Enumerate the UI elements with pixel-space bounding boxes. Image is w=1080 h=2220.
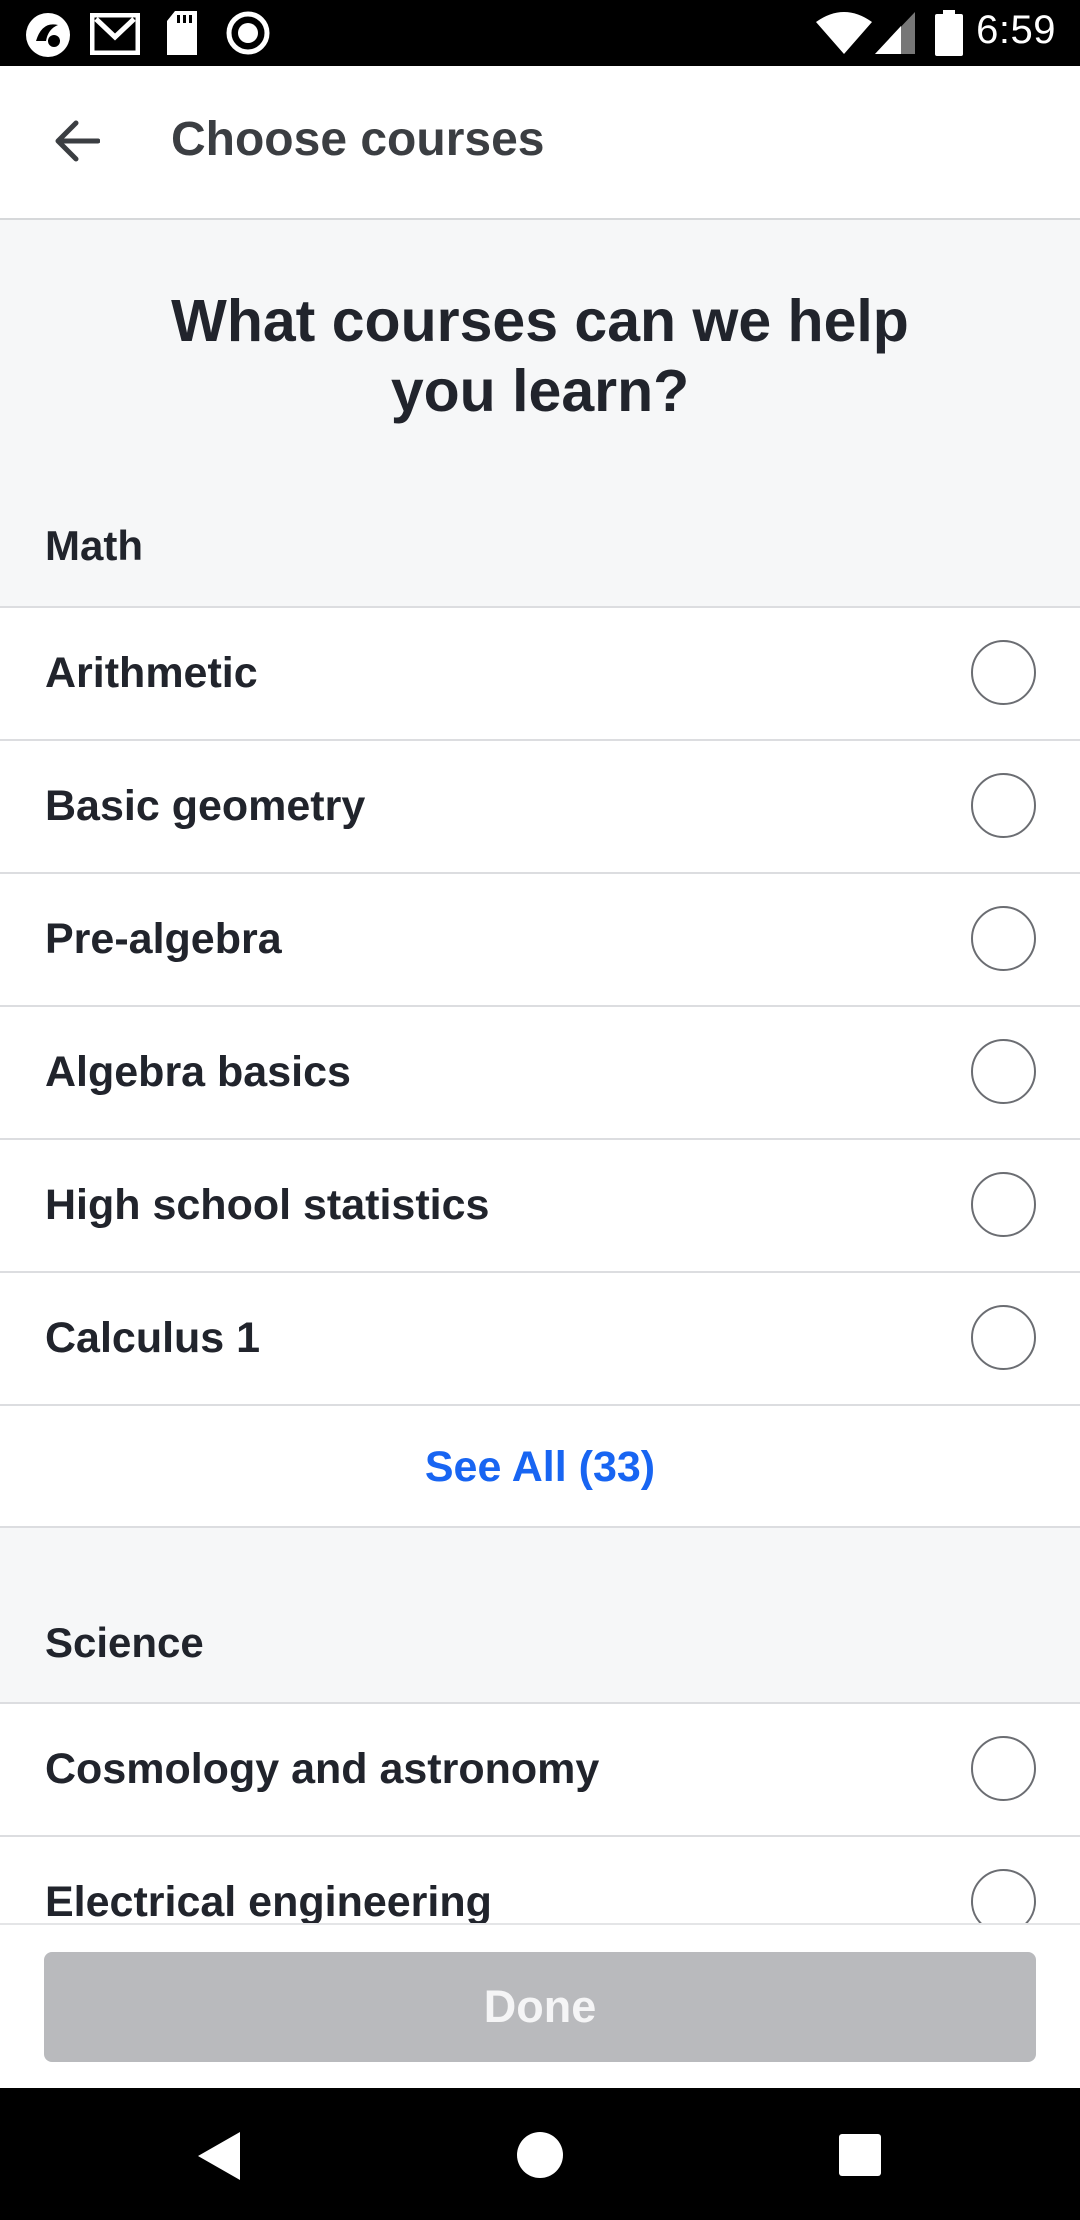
- status-bar: 6:59: [0, 0, 1080, 66]
- course-label: Arithmetic: [45, 649, 258, 697]
- course-row-algebra-basics[interactable]: Algebra basics: [0, 1007, 1080, 1140]
- course-row-high-school-statistics[interactable]: High school statistics: [0, 1140, 1080, 1273]
- course-list-scroll[interactable]: What courses can we help you learn? Math…: [0, 220, 1080, 1923]
- science-course-list: Cosmology and astronomy Electrical engin…: [0, 1702, 1080, 1923]
- record-icon: [226, 11, 270, 60]
- cell-signal-icon: [875, 12, 915, 59]
- question-line-1: What courses can we help: [171, 288, 909, 354]
- arrow-left-icon: [52, 119, 101, 168]
- nav-home-icon[interactable]: [516, 2131, 564, 2184]
- course-label: High school statistics: [45, 1181, 490, 1229]
- nav-recents-icon[interactable]: [838, 2133, 882, 2182]
- system-nav-bar: [0, 2088, 1080, 2220]
- course-row-calculus-1[interactable]: Calculus 1: [0, 1273, 1080, 1406]
- see-all-math-button[interactable]: See All (33): [0, 1406, 1080, 1528]
- course-label: Basic geometry: [45, 782, 366, 830]
- course-label: Pre-algebra: [45, 915, 282, 963]
- course-label: Calculus 1: [45, 1314, 261, 1362]
- gmail-icon: [89, 12, 141, 60]
- course-row-cosmology-and-astronomy[interactable]: Cosmology and astronomy: [0, 1704, 1080, 1837]
- course-radio[interactable]: [971, 640, 1036, 705]
- course-label: Cosmology and astronomy: [45, 1745, 600, 1793]
- app-bar: Choose courses: [0, 66, 1080, 220]
- course-label: Algebra basics: [45, 1048, 351, 1096]
- page-title: Choose courses: [171, 113, 545, 166]
- course-radio[interactable]: [971, 1869, 1036, 1923]
- question-heading: What courses can we help you learn?: [0, 286, 1080, 426]
- course-row-basic-geometry[interactable]: Basic geometry: [0, 741, 1080, 874]
- done-button[interactable]: Done: [44, 1952, 1036, 2062]
- nav-back-icon[interactable]: [196, 2130, 242, 2187]
- course-radio[interactable]: [971, 1736, 1036, 1801]
- course-radio[interactable]: [971, 1305, 1036, 1370]
- course-radio[interactable]: [971, 1172, 1036, 1237]
- course-row-arithmetic[interactable]: Arithmetic: [0, 608, 1080, 741]
- screen: 6:59 Choose courses What courses can we …: [0, 0, 1080, 2220]
- course-radio[interactable]: [971, 773, 1036, 838]
- section-header-math: Math: [45, 522, 143, 569]
- sd-card-icon: [165, 11, 199, 60]
- course-row-pre-algebra[interactable]: Pre-algebra: [0, 874, 1080, 1007]
- status-time: 6:59: [976, 8, 1056, 52]
- course-label: Electrical engineering: [45, 1878, 492, 1923]
- wifi-icon: [816, 12, 872, 59]
- course-row-electrical-engineering[interactable]: Electrical engineering: [0, 1837, 1080, 1923]
- question-line-2: you learn?: [390, 358, 690, 424]
- course-radio[interactable]: [971, 906, 1036, 971]
- back-button[interactable]: [30, 101, 122, 185]
- math-course-list: Arithmetic Basic geometry Pre-algebra Al…: [0, 606, 1080, 1528]
- battery-icon: [935, 10, 963, 61]
- app-notification-icon: [24, 11, 72, 64]
- course-radio[interactable]: [971, 1039, 1036, 1104]
- bottom-action-bar: Done: [0, 1923, 1080, 2088]
- section-header-science: Science: [45, 1619, 204, 1666]
